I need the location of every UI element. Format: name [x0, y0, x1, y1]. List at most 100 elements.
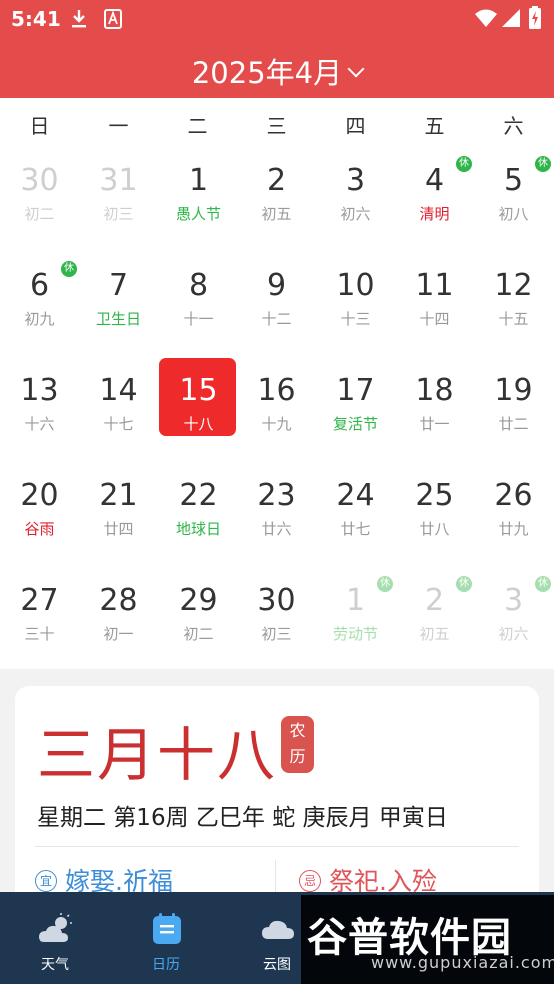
day-number: 3 [345, 163, 366, 198]
lunar-day-label: 廿七 [340, 520, 371, 538]
day-cell[interactable]: 19 廿二 [474, 356, 553, 461]
lunar-day-label: 十九 [261, 415, 292, 433]
day-number: 20 [20, 478, 59, 513]
lunar-day-label: 初八 [498, 205, 529, 223]
day-number: 2 [266, 163, 287, 198]
chevron-down-icon [347, 60, 365, 78]
day-number: 26 [494, 478, 533, 513]
day-number: 19 [494, 373, 533, 408]
lunar-day-label: 十六 [24, 415, 55, 433]
lunar-day-label: 初三 [261, 625, 292, 643]
lunar-tag-char: 历 [289, 747, 306, 766]
day-cell[interactable]: 1 愚人节 [159, 146, 238, 251]
day-number: 25 [415, 478, 454, 513]
day-cell[interactable]: 7 卫生日 [79, 251, 158, 356]
day-cell[interactable]: 2 初五 [237, 146, 316, 251]
day-cell[interactable]: 18 廿一 [395, 356, 474, 461]
lunar-day-label: 廿一 [419, 415, 450, 433]
day-number: 29 [179, 583, 218, 618]
calendar-grid: 日 一 二 三 四 五 六 30 初二 31 初三 1 愚人节 2 初五 3 初六 4 清明休 5 初八休… [0, 98, 554, 669]
day-number: 14 [99, 373, 138, 408]
day-number: 7 [108, 268, 129, 303]
lunar-day-label: 十二 [261, 310, 292, 328]
day-cell[interactable]: 3 初六休 [474, 566, 553, 671]
day-cell[interactable]: 9 十二 [237, 251, 316, 356]
lunar-day-label: 愚人节 [175, 205, 221, 223]
day-cell[interactable]: 25 廿八 [395, 461, 474, 566]
lunar-day-label: 复活节 [332, 415, 378, 433]
day-cell[interactable]: 27 三十 [0, 566, 79, 671]
nav-tab-calendar[interactable]: 日历 [111, 892, 221, 984]
day-cell[interactable]: 21 廿四 [79, 461, 158, 566]
day-cell[interactable]: 13 十六 [0, 356, 79, 461]
lunar-info-card: 三月十八 农 历 星期二 第16周 乙巳年 蛇 庚辰月 甲寅日 宜嫁娶.祈福 忌… [15, 686, 539, 916]
day-cell[interactable]: 4 清明休 [395, 146, 474, 251]
day-number: 1 [188, 163, 209, 198]
divider [35, 846, 519, 847]
day-cell[interactable]: 26 廿九 [474, 461, 553, 566]
day-number: 23 [257, 478, 296, 513]
day-cell[interactable]: 3 初六 [316, 146, 395, 251]
auspicious-icon: 宜 [35, 870, 57, 892]
lunar-day-label: 劳动节 [332, 625, 378, 643]
app-header: 5:41 2025年4月 [0, 0, 554, 98]
day-cell-selected[interactable]: 15 十八 [159, 356, 238, 461]
day-cell[interactable]: 16 十九 [237, 356, 316, 461]
day-cell[interactable]: 12 十五 [474, 251, 553, 356]
day-cell[interactable]: 23 廿六 [237, 461, 316, 566]
download-icon [72, 10, 86, 28]
lunar-day-label: 卫生日 [95, 310, 141, 328]
lunar-tag-badge: 农 历 [281, 716, 314, 773]
day-cell[interactable]: 22 地球日 [159, 461, 238, 566]
weekday-label: 二 [187, 114, 208, 138]
lunar-day-label: 初六 [498, 625, 529, 643]
watermark-logo: 谷普软件园 www.gupuxiazai.com [301, 895, 554, 984]
lunar-day-label: 初二 [183, 625, 214, 643]
day-number: 18 [415, 373, 454, 408]
day-cell[interactable]: 17 复活节 [316, 356, 395, 461]
lunar-day-label: 廿九 [498, 520, 529, 538]
lunar-day-label: 初三 [103, 205, 134, 223]
day-cell[interactable]: 11 十四 [395, 251, 474, 356]
day-cell[interactable]: 28 初一 [79, 566, 158, 671]
watermark-url: www.gupuxiazai.com [371, 953, 554, 972]
lunar-date: 三月十八 [37, 721, 278, 789]
nav-tab-weather[interactable]: 天气 [0, 892, 110, 984]
day-cell[interactable]: 20 谷雨 [0, 461, 79, 566]
day-cell[interactable]: 6 初九休 [0, 251, 79, 356]
lunar-day-label: 清明 [419, 205, 450, 223]
month-title: 2025年4月 [191, 56, 343, 90]
day-number: 30 [257, 583, 296, 618]
day-cell[interactable]: 14 十七 [79, 356, 158, 461]
nav-label: 日历 [152, 957, 180, 973]
lunar-day-label: 初六 [340, 205, 371, 223]
lunar-day-label: 廿八 [419, 520, 450, 538]
day-cell[interactable]: 30 初三 [237, 566, 316, 671]
month-picker[interactable]: 2025年4月 [0, 50, 554, 92]
weekday-label: 三 [266, 114, 287, 138]
day-cell[interactable]: 2 初五休 [395, 566, 474, 671]
inauspicious-icon: 忌 [299, 870, 321, 892]
holiday-badge: 休 [535, 156, 551, 172]
day-number: 17 [336, 373, 375, 408]
day-number: 27 [20, 583, 59, 618]
lunar-day-label: 初二 [24, 205, 55, 223]
weekday-label: 四 [345, 114, 366, 138]
weekday-label: 六 [503, 114, 524, 138]
day-cell[interactable]: 31 初三 [79, 146, 158, 251]
day-cell[interactable]: 5 初八休 [474, 146, 553, 251]
day-cell[interactable]: 30 初二 [0, 146, 79, 251]
day-cell[interactable]: 24 廿七 [316, 461, 395, 566]
day-cell[interactable]: 8 十一 [159, 251, 238, 356]
day-cell[interactable]: 10 十三 [316, 251, 395, 356]
battery-charging-icon [529, 6, 541, 29]
day-cell[interactable]: 29 初二 [159, 566, 238, 671]
lunar-day-label: 廿二 [498, 415, 529, 433]
lunar-day-label: 初九 [24, 310, 55, 328]
weekday-header: 日 一 二 三 四 五 六 [0, 98, 554, 146]
app-notification-icon [104, 9, 122, 29]
status-time: 5:41 [11, 7, 61, 31]
weekday-label: 一 [108, 114, 129, 138]
day-number: 11 [415, 268, 454, 303]
day-cell[interactable]: 1 劳动节休 [316, 566, 395, 671]
